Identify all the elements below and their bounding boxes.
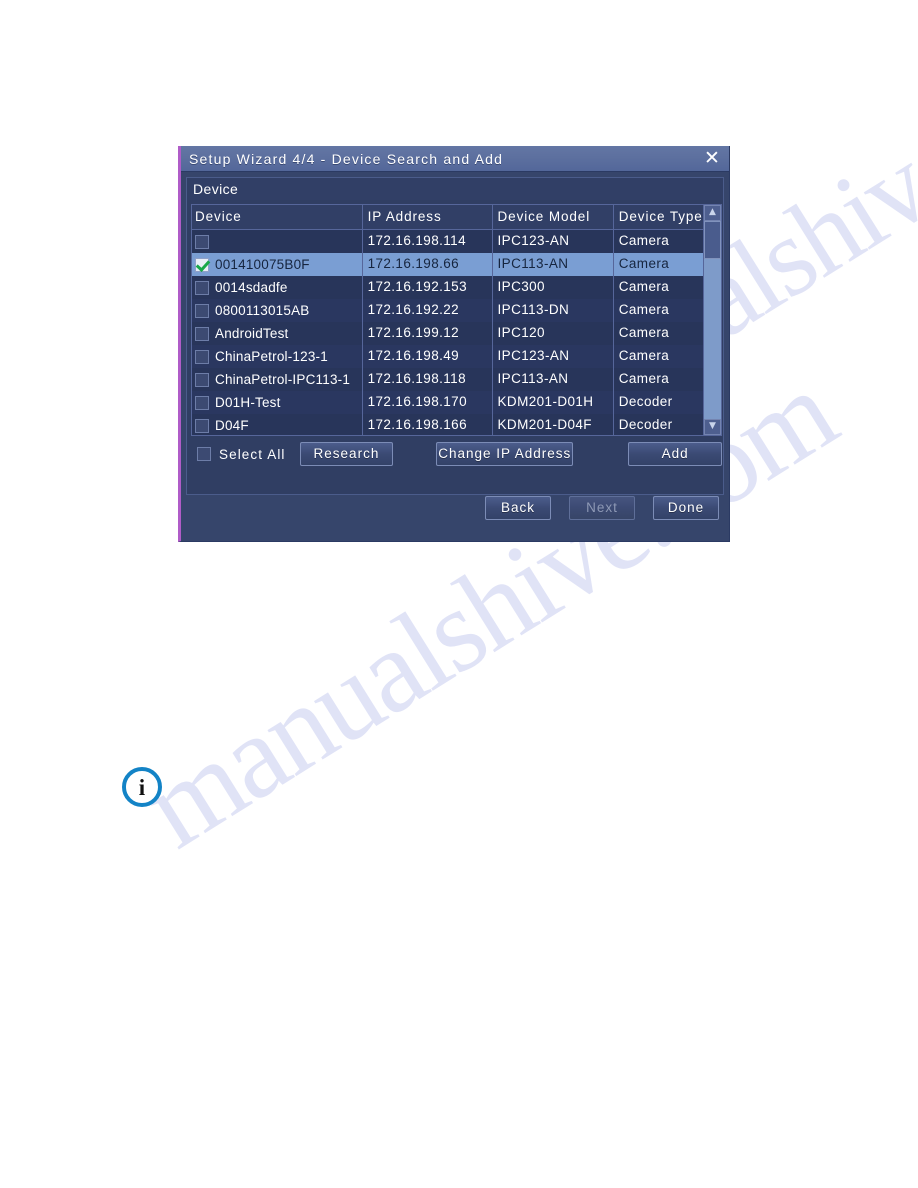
- row-checkbox[interactable]: [195, 349, 209, 364]
- device-group-panel: Device Device IP Address Device Model De…: [186, 177, 724, 495]
- select-all-label: Select All: [219, 446, 286, 462]
- table-row[interactable]: 0014sdadfe 172.16.192.153 IPC300 Camera: [192, 276, 703, 299]
- device-table-rows: 172.16.198.114 IPC123-AN Camera 001410075B0…: [192, 230, 703, 435]
- cell-device-model: IPC123-AN: [493, 230, 614, 253]
- device-name-label: ChinaPetrol-IPC113-1: [215, 371, 351, 387]
- back-button[interactable]: Back: [485, 496, 551, 520]
- info-icon-glyph: i: [138, 774, 146, 800]
- cell-device-model: KDM201-D01H: [493, 391, 614, 414]
- table-row[interactable]: ChinaPetrol-123-1 172.16.198.49 IPC123-AN C…: [192, 345, 703, 368]
- device-name-label: 0800113015AB: [215, 302, 310, 318]
- research-button[interactable]: Research: [299, 442, 394, 466]
- cell-device-type: Camera: [618, 279, 670, 294]
- close-icon[interactable]: ✕: [701, 148, 723, 169]
- cell-device-model: IPC123-AN: [493, 345, 614, 368]
- cell-device-type: Camera: [618, 325, 670, 340]
- device-name-label: 001410075B0F: [215, 256, 310, 272]
- cell-device-model: IPC113-DN: [493, 299, 614, 322]
- cell-device-type: Camera: [618, 371, 670, 386]
- device-name-label: D01H-Test: [215, 394, 281, 410]
- device-name-label: ChinaPetrol-123-1: [215, 348, 328, 364]
- cell-ip-address: 172.16.198.118: [363, 368, 493, 391]
- row-checkbox[interactable]: [195, 234, 209, 249]
- row-checkbox[interactable]: [195, 418, 209, 433]
- device-name-label: 0014sdadfe: [215, 279, 288, 295]
- cell-device: [192, 230, 363, 253]
- cell-device: ChinaPetrol-IPC113-1: [192, 368, 363, 391]
- change-ip-address-button[interactable]: Change IP Address: [436, 442, 574, 466]
- device-table: Device IP Address Device Model Device Ty…: [191, 204, 722, 436]
- cell-device-model: KDM201-D04F: [493, 414, 614, 435]
- column-header-device-model[interactable]: Device Model: [493, 205, 614, 229]
- table-row[interactable]: ChinaPetrol-IPC113-1 172.16.198.118 IPC113…: [192, 368, 703, 391]
- dialog-footer: Back Next Done: [181, 475, 729, 541]
- dialog-title-bar: Setup Wizard 4/4 - Device Search and Add…: [181, 146, 729, 172]
- cell-device-type: Camera: [618, 302, 670, 317]
- device-name-label: D04F: [215, 417, 249, 433]
- table-row[interactable]: 172.16.198.114 IPC123-AN Camera: [192, 230, 703, 253]
- row-checkbox[interactable]: [195, 257, 209, 272]
- device-table-body-wrap: Device IP Address Device Model Device Ty…: [192, 205, 703, 435]
- cell-device: D04F: [192, 414, 363, 435]
- cell-ip-address: 172.16.199.12: [363, 322, 493, 345]
- cell-device-model: IPC300: [493, 276, 614, 299]
- scrollbar-thumb[interactable]: [704, 221, 721, 259]
- cell-device-type: Camera: [618, 233, 670, 248]
- cell-device: 0800113015AB: [192, 299, 363, 322]
- cell-ip-address: 172.16.192.153: [363, 276, 493, 299]
- table-row[interactable]: AndroidTest 172.16.199.12 IPC120 Camera: [192, 322, 703, 345]
- row-checkbox[interactable]: [195, 280, 209, 295]
- chevron-down-icon[interactable]: ▼: [704, 419, 721, 435]
- cell-ip-address: 172.16.198.114: [363, 230, 493, 253]
- chevron-up-icon[interactable]: ▲: [704, 205, 721, 221]
- select-all-control[interactable]: Select All: [197, 447, 286, 462]
- select-all-checkbox[interactable]: [197, 447, 211, 461]
- cell-device: ChinaPetrol-123-1: [192, 345, 363, 368]
- cell-device-model: IPC113-AN: [493, 368, 614, 391]
- cell-ip-address: 172.16.198.166: [363, 414, 493, 435]
- table-row[interactable]: 001410075B0F 172.16.198.66 IPC113-AN Camera: [192, 253, 703, 276]
- device-group-label: Device: [187, 178, 723, 200]
- info-icon: i: [122, 767, 162, 807]
- device-action-row: Select All Research Change IP Address Ad…: [191, 440, 722, 468]
- table-row[interactable]: D01H-Test 172.16.198.170 KDM201-D01H Decode…: [192, 391, 703, 414]
- column-header-ip-address[interactable]: IP Address: [363, 205, 493, 229]
- cell-ip-address: 172.16.198.49: [363, 345, 493, 368]
- table-row[interactable]: 0800113015AB 172.16.192.22 IPC113-DN Camera: [192, 299, 703, 322]
- add-button[interactable]: Add: [628, 442, 722, 466]
- table-scrollbar[interactable]: ▲ ▼: [703, 205, 721, 435]
- cell-device: D01H-Test: [192, 391, 363, 414]
- device-name-label: AndroidTest: [215, 325, 289, 341]
- cell-device: AndroidTest: [192, 322, 363, 345]
- row-checkbox[interactable]: [195, 372, 209, 387]
- cell-device-type: Camera: [618, 348, 670, 363]
- cell-device-type: Camera: [618, 256, 670, 271]
- cell-device: 0014sdadfe: [192, 276, 363, 299]
- cell-device: 001410075B0F: [192, 253, 363, 276]
- cell-device-model: IPC113-AN: [493, 253, 614, 276]
- column-header-device-type[interactable]: Device Type: [614, 205, 703, 229]
- done-button[interactable]: Done: [653, 496, 719, 520]
- next-button: Next: [569, 496, 635, 520]
- cell-device-model: IPC120: [493, 322, 614, 345]
- dialog-title: Setup Wizard 4/4 - Device Search and Add: [189, 150, 504, 167]
- cell-device-type: Decoder: [618, 394, 673, 409]
- row-checkbox[interactable]: [195, 326, 209, 341]
- column-header-device[interactable]: Device: [192, 205, 363, 229]
- cell-ip-address: 172.16.198.66: [363, 253, 493, 276]
- cell-ip-address: 172.16.192.22: [363, 299, 493, 322]
- scrollbar-track[interactable]: [704, 221, 721, 419]
- cell-device-type: Decoder: [618, 417, 673, 432]
- device-table-header: Device IP Address Device Model Device Ty…: [192, 205, 703, 230]
- cell-ip-address: 172.16.198.170: [363, 391, 493, 414]
- setup-wizard-dialog: Setup Wizard 4/4 - Device Search and Add…: [178, 146, 730, 542]
- row-checkbox[interactable]: [195, 395, 209, 410]
- row-checkbox[interactable]: [195, 303, 209, 318]
- table-row[interactable]: D04F 172.16.198.166 KDM201-D04F Decoder: [192, 414, 703, 435]
